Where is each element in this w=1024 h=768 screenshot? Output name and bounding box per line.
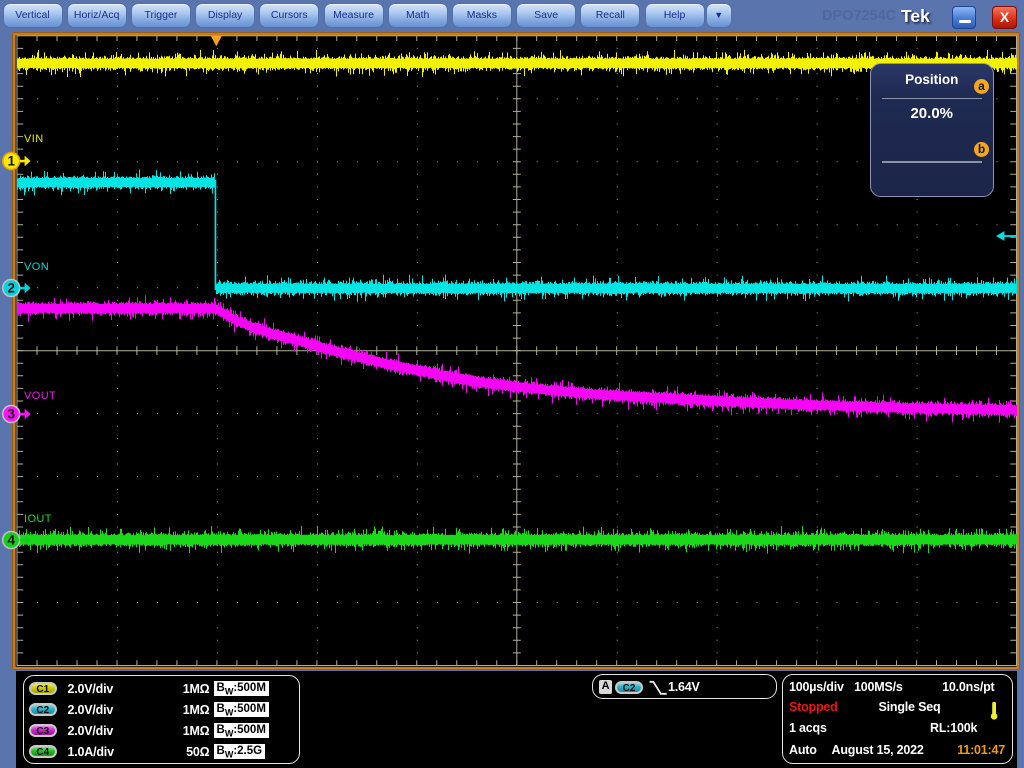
svg-text:2: 2 — [7, 281, 15, 296]
svg-text:3: 3 — [7, 407, 15, 422]
svg-text:4: 4 — [7, 533, 15, 548]
svg-text:1: 1 — [7, 154, 15, 169]
